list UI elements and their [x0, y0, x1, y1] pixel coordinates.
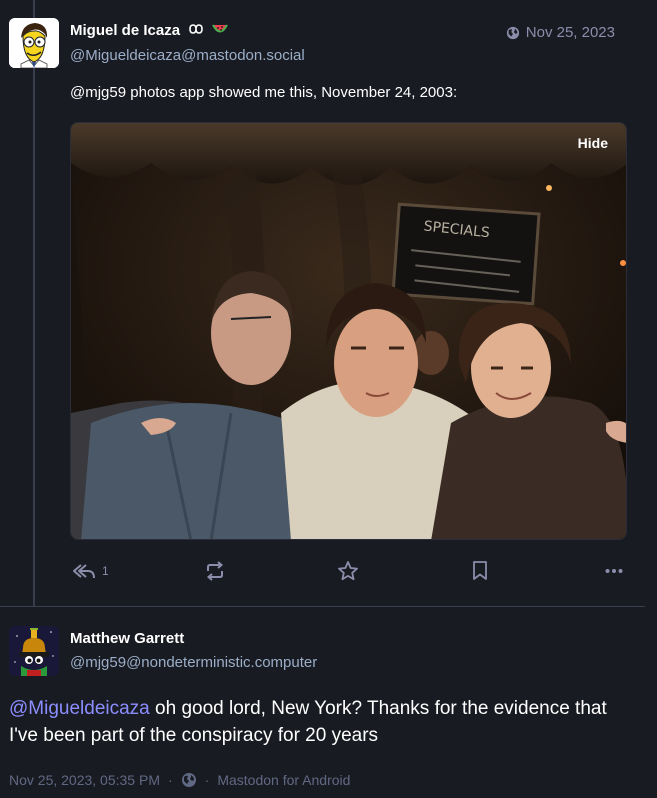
scrollbar[interactable] — [645, 0, 657, 798]
post-date-text: Nov 25, 2023 — [525, 24, 615, 41]
reply-timestamp-link[interactable]: Nov 25, 2023, 05:35 PM — [9, 772, 160, 788]
original-post[interactable]: Miguel de Icaza @Migueldeicaza@mastodon.… — [0, 0, 645, 606]
bookmark-icon — [473, 561, 487, 580]
author-name-row[interactable]: Miguel de Icaza — [70, 22, 229, 40]
group-photo-image: SPECIALS — [71, 123, 626, 539]
reply-content: @Migueldeicaza oh good lord, New York? T… — [9, 695, 634, 749]
more-options-button[interactable] — [604, 558, 624, 584]
infinity-emoji-icon — [187, 22, 205, 40]
boost-icon — [206, 561, 224, 581]
author-display-name[interactable]: Miguel de Icaza — [70, 22, 180, 39]
mention-link[interactable]: @Migueldeicaza — [9, 698, 150, 719]
hide-media-button[interactable]: Hide — [578, 135, 608, 151]
globe-icon — [181, 773, 196, 787]
post-date-link[interactable]: Nov 25, 2023 — [506, 24, 615, 41]
post-text: photos app showed me this, November 24, … — [126, 84, 458, 101]
globe-icon — [506, 26, 519, 39]
meta-separator: · — [204, 772, 210, 788]
thread-view: Miguel de Icaza @Migueldeicaza@mastodon.… — [0, 0, 657, 798]
favourite-icon — [338, 561, 358, 581]
media-attachment[interactable]: SPECIALS Hide — [70, 122, 627, 540]
mention-link[interactable]: @mjg59 — [70, 84, 126, 101]
post-action-bar: 1 — [70, 558, 627, 584]
more-icon — [605, 569, 623, 573]
reply-all-icon — [73, 564, 95, 579]
cartoon-avatar-image — [9, 626, 59, 676]
cartoon-avatar-image — [9, 18, 59, 68]
author-avatar[interactable] — [9, 18, 59, 68]
favourite-button[interactable] — [337, 558, 359, 584]
author-handle[interactable]: @Migueldeicaza@mastodon.social — [70, 47, 305, 64]
reply-meta: Nov 25, 2023, 05:35 PM · · Mastodon for … — [9, 772, 350, 788]
application-link[interactable]: Mastodon for Android — [217, 772, 350, 788]
boost-button[interactable] — [204, 558, 226, 584]
post-content: @mjg59 photos app showed me this, Novemb… — [70, 84, 457, 101]
bookmark-button[interactable] — [471, 558, 489, 584]
reply-author-avatar[interactable] — [9, 626, 59, 676]
reply-count: 1 — [102, 564, 109, 578]
reply-button[interactable]: 1 — [72, 558, 109, 584]
reply-author-display-name[interactable]: Matthew Garrett — [70, 630, 184, 647]
reply-author-handle[interactable]: @mjg59@nondeterministic.computer — [70, 654, 317, 671]
watermelon-emoji-icon — [212, 22, 229, 40]
meta-separator: · — [168, 772, 173, 788]
focused-reply-post[interactable]: Matthew Garrett @mjg59@nondeterministic.… — [0, 607, 645, 798]
